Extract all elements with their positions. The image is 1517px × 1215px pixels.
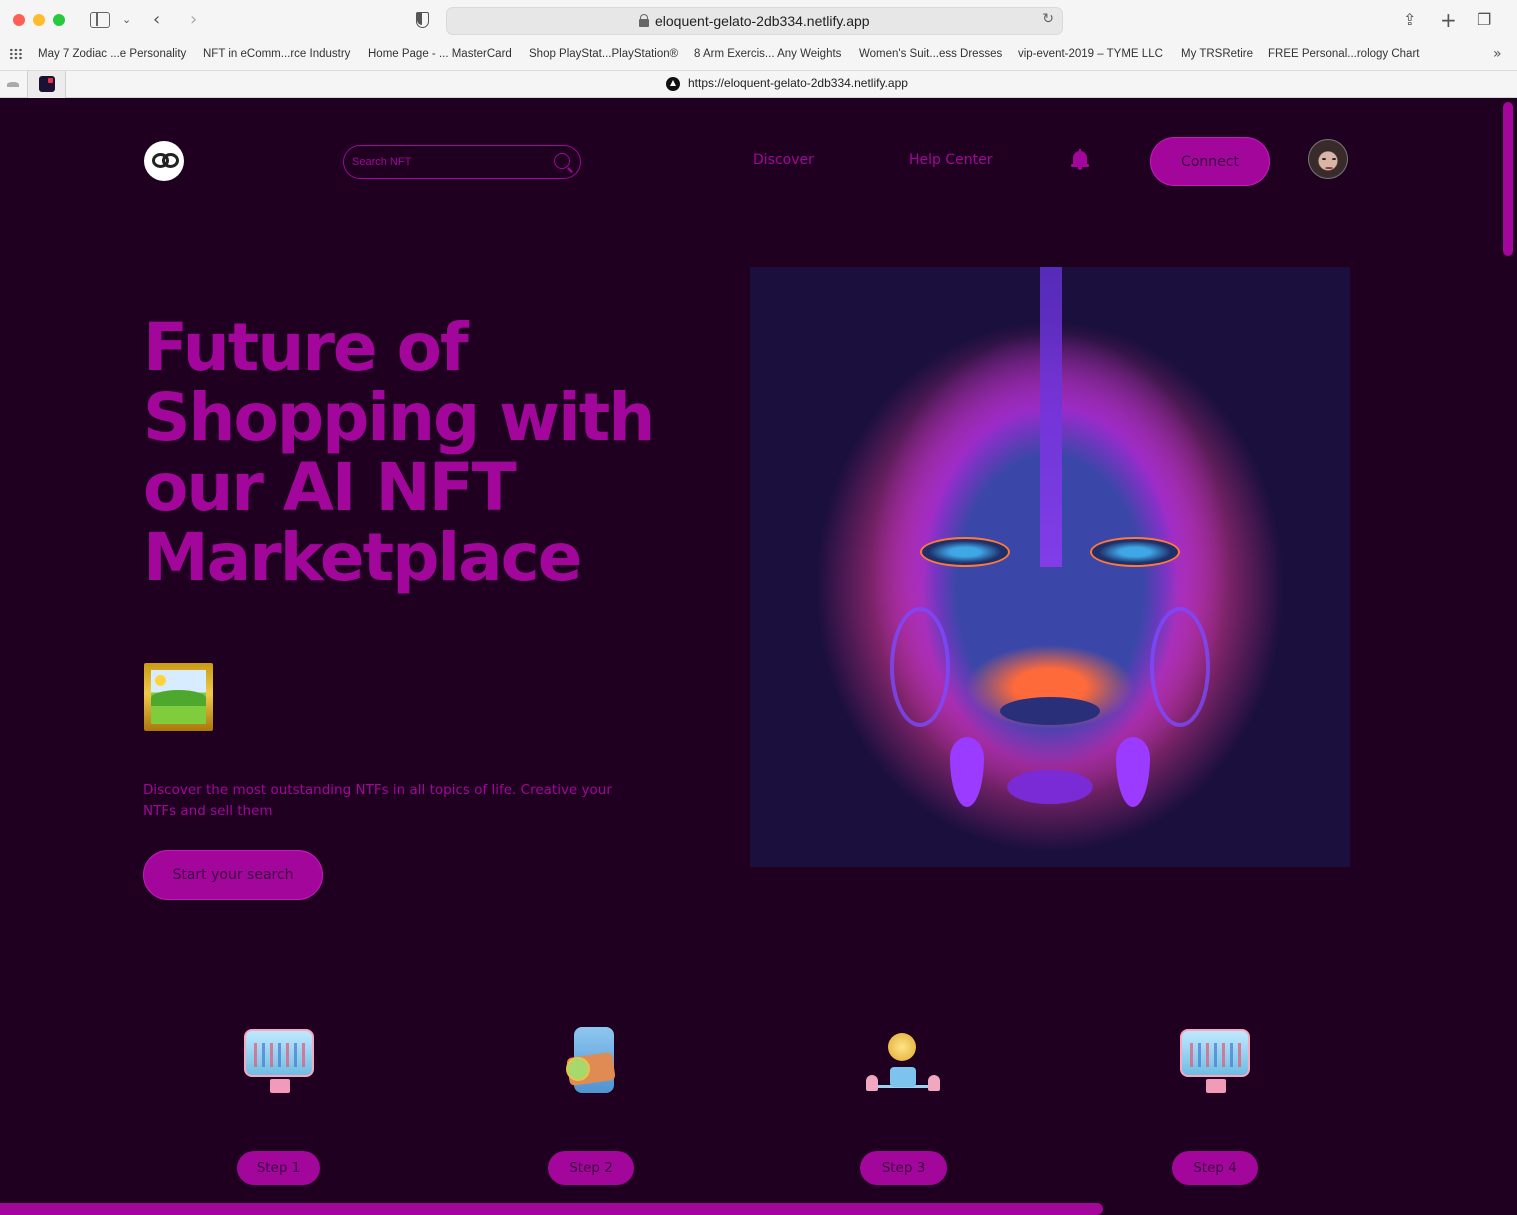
nav-discover-link[interactable]: Discover	[753, 152, 814, 168]
bookmark-item[interactable]: May 7 Zodiac ...e Personality	[38, 48, 186, 60]
search-box[interactable]	[343, 145, 581, 179]
hero-nft-image	[750, 267, 1350, 867]
framed-picture-icon	[144, 663, 213, 731]
title-bar: ⌄ ‹ › eloquent-gelato-2db334.netlify.app…	[0, 0, 1517, 42]
zoom-window-button[interactable]	[53, 14, 65, 26]
search-input[interactable]	[352, 153, 542, 171]
step-3-button[interactable]: Step 3	[860, 1151, 947, 1185]
hero-title: Future of Shopping with our AI NFT Marke…	[143, 309, 655, 596]
pinned-tab-active[interactable]	[28, 71, 66, 98]
tab-overview-icon[interactable]: ❐	[1477, 10, 1491, 30]
step-1-button[interactable]: Step 1	[237, 1151, 320, 1185]
bookmark-item[interactable]: FREE Personal...rology Chart	[1268, 48, 1419, 60]
address-url: eloquent-gelato-2db334.netlify.app	[655, 13, 870, 29]
chevron-down-icon[interactable]: ⌄	[122, 10, 131, 30]
search-icon[interactable]	[554, 153, 570, 169]
new-tab-icon[interactable]: +	[1440, 10, 1457, 30]
start-search-button[interactable]: Start your search	[143, 850, 323, 900]
back-icon[interactable]: ‹	[153, 10, 160, 30]
pinned-tab[interactable]	[0, 71, 28, 98]
phone-wallet-icon	[552, 1025, 630, 1097]
avatar[interactable]	[1308, 139, 1348, 179]
bookmark-item[interactable]: Home Page - ... MasterCard	[368, 48, 512, 60]
bookmark-item[interactable]: NFT in eComm...rce Industry	[203, 48, 350, 60]
bookmark-item[interactable]: vip-event-2019 – TYME LLC	[1018, 48, 1163, 60]
sidebar-toggle-icon[interactable]	[90, 12, 110, 28]
page-viewport: Discover Help Center Connect Future of S…	[0, 99, 1517, 1215]
monitor-chart-icon	[240, 1025, 318, 1097]
site-logo[interactable]	[144, 141, 184, 181]
bookmark-item[interactable]: 8 Arm Exercis... Any Weights	[694, 48, 841, 60]
monitor-chart-icon	[1176, 1025, 1254, 1097]
vertical-scrollbar[interactable]	[1500, 99, 1517, 1215]
step-4-button[interactable]: Step 4	[1172, 1151, 1258, 1185]
address-bar[interactable]: eloquent-gelato-2db334.netlify.app ↻	[446, 7, 1063, 35]
horizontal-scrollbar[interactable]	[0, 1203, 1103, 1215]
apps-grid-icon[interactable]	[9, 48, 23, 60]
coin-network-icon	[864, 1025, 942, 1097]
bookmark-item[interactable]: Shop PlayStat...PlayStation®	[529, 48, 678, 60]
lock-icon	[639, 14, 649, 27]
app-favicon-icon	[39, 76, 55, 92]
forward-icon[interactable]: ›	[190, 10, 197, 30]
bookmark-item[interactable]: Women's Suit...ess Dresses	[859, 48, 1002, 60]
tab-url: https://eloquent-gelato-2db334.netlify.a…	[688, 76, 908, 90]
browser-chrome: ⌄ ‹ › eloquent-gelato-2db334.netlify.app…	[0, 0, 1517, 98]
close-window-button[interactable]	[13, 14, 25, 26]
more-bookmarks-icon[interactable]: »	[1493, 46, 1502, 62]
bookmarks-bar: May 7 Zodiac ...e Personality NFT in eCo…	[0, 44, 1517, 66]
active-tab-title[interactable]: https://eloquent-gelato-2db334.netlify.a…	[666, 76, 908, 91]
minimize-window-button[interactable]	[33, 14, 45, 26]
scroll-thumb[interactable]	[1503, 102, 1513, 256]
reload-icon[interactable]: ↻	[1042, 11, 1054, 27]
nav-help-center-link[interactable]: Help Center	[909, 152, 993, 168]
tab-bar: https://eloquent-gelato-2db334.netlify.a…	[0, 70, 1517, 98]
connect-button[interactable]: Connect	[1150, 137, 1270, 186]
bookmark-item[interactable]: My TRSRetire	[1181, 48, 1253, 60]
share-icon[interactable]: ⇪	[1403, 10, 1416, 30]
privacy-shield-icon[interactable]	[416, 12, 429, 28]
bell-icon[interactable]	[1071, 149, 1089, 170]
hero-subtitle: Discover the most outstanding NTFs in al…	[143, 782, 612, 819]
step-2-button[interactable]: Step 2	[548, 1151, 634, 1185]
